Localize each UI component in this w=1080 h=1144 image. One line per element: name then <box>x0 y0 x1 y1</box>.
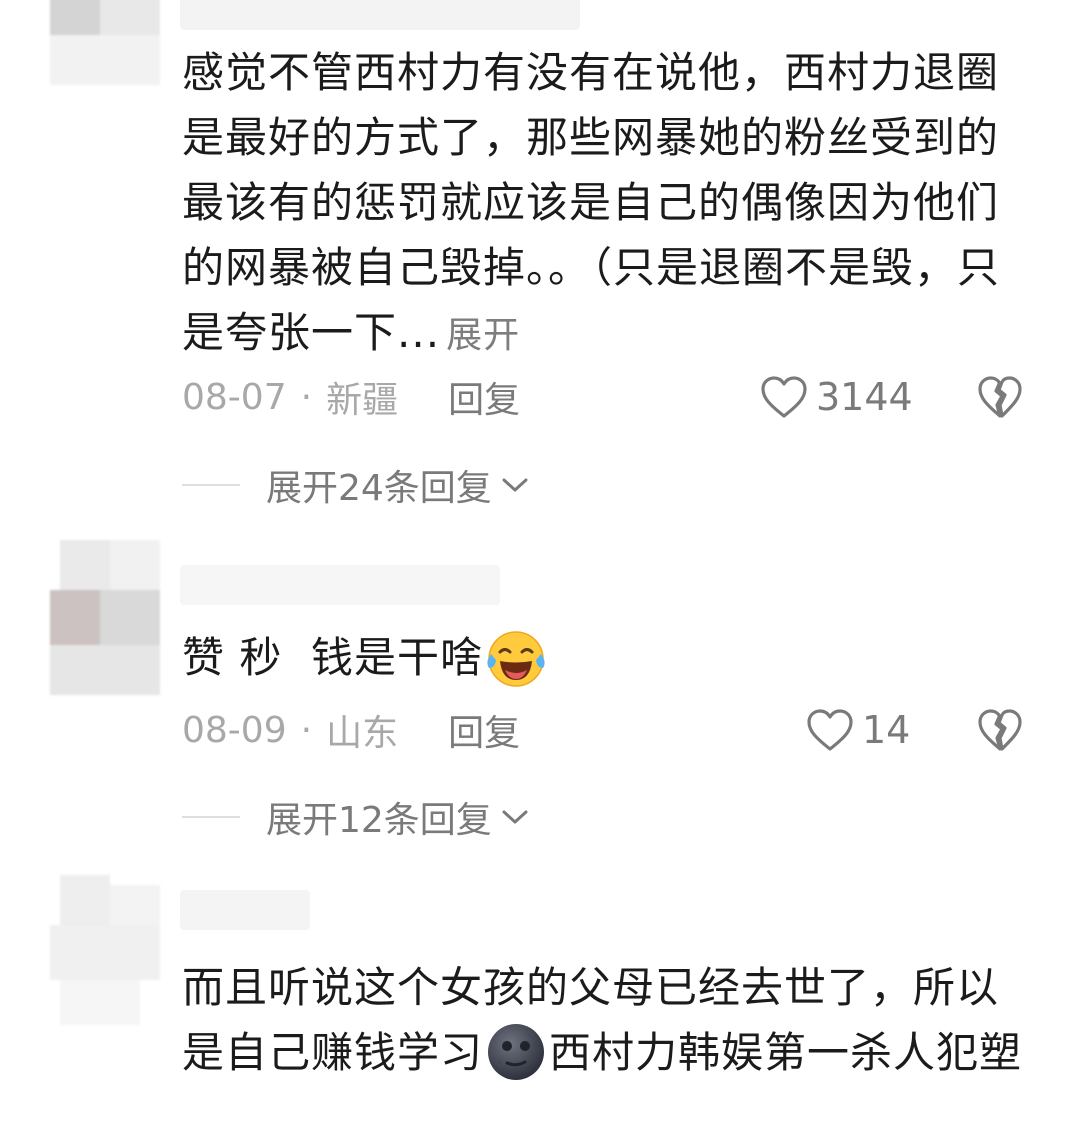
expand-replies-label: 展开24条回复 <box>266 468 492 509</box>
comment-3: 而且听说这个女孩的父母已经去世了，所以是自己赚钱学习 西村力韩娱第一杀人犯塑 <box>0 870 1080 1144</box>
expand-text-link[interactable]: 展开 <box>446 315 520 356</box>
chevron-down-icon <box>502 810 528 824</box>
new-moon-face-icon <box>488 1023 545 1080</box>
expand-replies-label: 展开12条回复 <box>266 800 492 841</box>
laughing-crying-face-icon <box>487 630 545 687</box>
reply-button[interactable]: 回复 <box>448 704 520 756</box>
avatar[interactable] <box>40 540 170 695</box>
comment-body: 感觉不管西村力有没有在说他，西村力退圈是最好的方式了，那些网暴她的粉丝受到的最该… <box>182 48 1001 357</box>
reply-button[interactable]: 回复 <box>448 371 520 423</box>
meta-separator: · <box>300 709 313 751</box>
like-count: 3144 <box>816 375 913 419</box>
broken-heart-icon <box>978 376 1022 418</box>
expand-replies-button[interactable]: 展开12条回复 <box>182 792 530 842</box>
comment-text[interactable]: 而且听说这个女孩的父母已经去世了，所以是自己赚钱学习 西村力韩娱第一杀人犯塑 <box>182 955 1032 1089</box>
username[interactable] <box>180 0 580 30</box>
comment-date: 08-07 <box>182 376 287 418</box>
username[interactable] <box>180 565 500 605</box>
heart-outline-icon <box>761 376 807 418</box>
comment-text[interactable]: 赞 秒 钱是干啥 <box>182 625 1032 694</box>
comment-meta: 08-09 · 山东 回复 <box>182 705 520 755</box>
dislike-button[interactable] <box>976 372 1024 422</box>
broken-heart-icon <box>978 709 1022 751</box>
comment-body: 赞 秒 钱是干啥 <box>182 633 484 682</box>
comment-2: 赞 秒 钱是干啥 08-09 · 山东 回复 14 展开12条回复 <box>0 540 1080 870</box>
username[interactable] <box>180 890 310 930</box>
comment-location: 山东 <box>326 713 399 754</box>
comment-meta: 08-07 · 新疆 回复 <box>182 372 520 422</box>
heart-outline-icon <box>807 709 853 751</box>
comment-date: 08-09 <box>182 709 287 751</box>
comment-text[interactable]: 感觉不管西村力有没有在说他，西村力退圈是最好的方式了，那些网暴她的粉丝受到的最该… <box>182 40 1032 368</box>
avatar[interactable] <box>40 0 170 130</box>
divider-line <box>182 484 240 486</box>
meta-separator: · <box>300 376 313 418</box>
comment-body-end: 西村力韩娱第一杀人犯塑 <box>549 1028 1023 1077</box>
comment-1: 感觉不管西村力有没有在说他，西村力退圈是最好的方式了，那些网暴她的粉丝受到的最该… <box>0 0 1080 540</box>
like-button[interactable]: 3144 <box>760 372 913 422</box>
chevron-down-icon <box>502 478 528 492</box>
comment-location: 新疆 <box>326 380 399 421</box>
expand-replies-button[interactable]: 展开24条回复 <box>182 460 530 510</box>
like-button[interactable]: 14 <box>806 705 910 755</box>
dislike-button[interactable] <box>976 705 1024 755</box>
avatar[interactable] <box>40 875 170 1025</box>
divider-line <box>182 816 240 818</box>
like-count: 14 <box>862 708 911 752</box>
